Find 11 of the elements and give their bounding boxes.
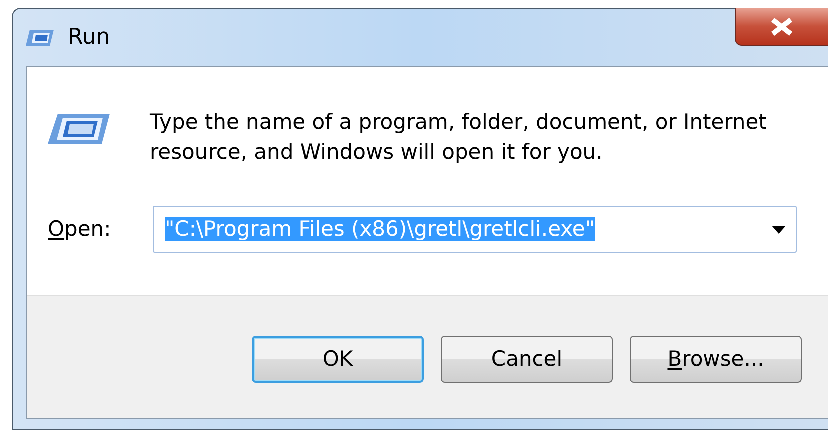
dropdown-caret-icon[interactable] [772,226,786,234]
open-label: Open: [48,216,112,243]
run-icon [48,112,110,146]
ok-button[interactable]: OK [252,336,424,383]
close-icon [770,18,794,36]
browse-button[interactable]: Browse... [630,336,802,383]
run-icon [26,28,56,48]
prompt-text: Type the name of a program, folder, document, or Internet resource, and Windows will open it for you. [150,109,768,166]
close-button[interactable] [735,8,828,46]
cancel-button[interactable]: Cancel [441,336,613,383]
window-title: Run [68,24,110,52]
